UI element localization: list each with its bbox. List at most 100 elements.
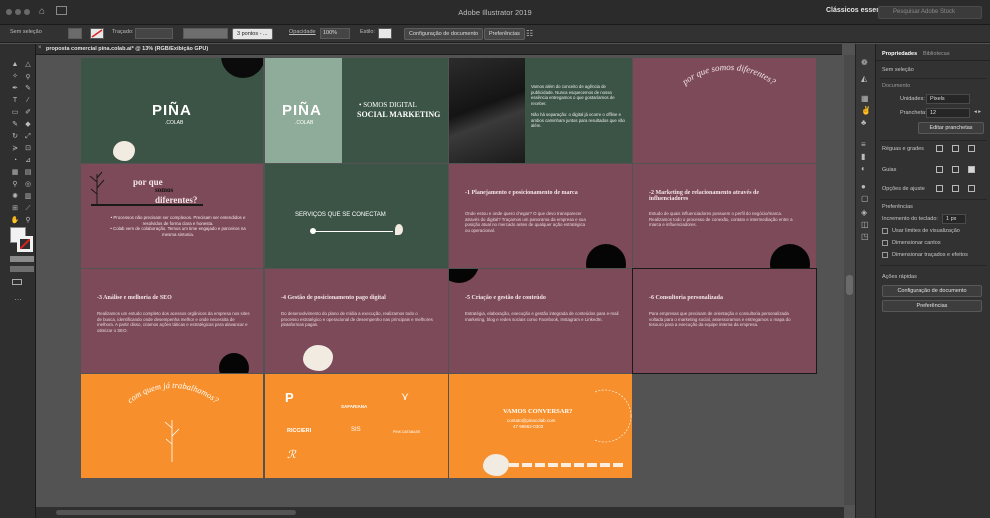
- curvature-tool-icon[interactable]: ✎: [23, 85, 33, 92]
- layers-panel-icon[interactable]: ◈: [861, 208, 867, 217]
- rectangle-tool-icon[interactable]: ▭: [10, 109, 20, 116]
- artboard-11[interactable]: -5 Criação e gestão de conteúdo Estratég…: [449, 269, 632, 373]
- artboard-8[interactable]: -2 Marketing de relacionamento através d…: [633, 164, 816, 268]
- gradient-panel-icon[interactable]: ▮: [861, 152, 865, 161]
- brushes-icon[interactable]: ✌: [861, 106, 871, 115]
- stroke-weight-field[interactable]: [135, 28, 173, 39]
- graphic-style-swatch[interactable]: [378, 28, 392, 39]
- guides-icon[interactable]: [936, 166, 943, 173]
- artboard-10[interactable]: -4 Gestão de posicionamento pago digital…: [265, 269, 448, 373]
- appearance-panel-icon[interactable]: ●: [861, 182, 866, 191]
- selection-tool-icon[interactable]: ▲: [10, 61, 20, 68]
- vertical-scroll-thumb[interactable]: [846, 275, 853, 295]
- mesh-tool-icon[interactable]: ▦: [10, 169, 20, 176]
- document-setup-quick-button[interactable]: Configuração de documento: [882, 285, 982, 297]
- color-guide-icon[interactable]: ◭: [861, 74, 867, 83]
- transparency-panel-icon[interactable]: ◐: [861, 164, 866, 173]
- artboard-7[interactable]: -1 Planejamento e posicionamento de marc…: [449, 164, 632, 268]
- snap-to-glyph-icon[interactable]: [968, 185, 975, 192]
- artboard-select[interactable]: 12: [926, 108, 970, 118]
- drawing-mode-buttons[interactable]: [10, 266, 34, 272]
- eraser-tool-icon[interactable]: ◆: [23, 121, 33, 128]
- type-tool-icon[interactable]: T: [10, 97, 20, 104]
- artboard-3[interactable]: Vamos além do conceito de agência de pub…: [449, 58, 632, 163]
- opacity-field[interactable]: 100%: [320, 28, 350, 39]
- scale-strokes-checkbox[interactable]: [882, 252, 888, 258]
- magic-wand-tool-icon[interactable]: ✧: [10, 73, 20, 80]
- stroke-swatch[interactable]: [90, 28, 104, 39]
- pixel-grid-icon[interactable]: [968, 166, 975, 173]
- free-transform-tool-icon[interactable]: ⊡: [23, 145, 33, 152]
- document-setup-button[interactable]: Configuração de documento: [404, 28, 484, 40]
- gradient-tool-icon[interactable]: ▤: [23, 169, 33, 176]
- shaper-tool-icon[interactable]: ✎: [10, 121, 20, 128]
- tab-libraries[interactable]: Bibliotecas: [923, 51, 950, 57]
- scale-tool-icon[interactable]: ⤢: [23, 133, 33, 140]
- swatches-icon[interactable]: ▦: [861, 94, 869, 103]
- edit-toolbar-icon[interactable]: ···: [14, 295, 22, 304]
- scale-corners-checkbox[interactable]: [882, 240, 888, 246]
- eyedropper-tool-icon[interactable]: ⚲: [10, 181, 20, 188]
- artboard-5[interactable]: por que somos diferentes? • Processos nã…: [81, 164, 263, 268]
- artboard-15[interactable]: VAMOS CONVERSAR? contato@pinacolab.com 4…: [449, 374, 632, 478]
- transparency-grid-icon[interactable]: [968, 145, 975, 152]
- snap-to-point-icon[interactable]: [936, 185, 943, 192]
- artboard-4[interactable]: por que somos diferentes?: [633, 58, 816, 163]
- tab-properties[interactable]: Propriedades: [882, 51, 917, 57]
- arrange-documents-icon[interactable]: ☷: [526, 29, 533, 38]
- fill-swatch[interactable]: [68, 28, 82, 39]
- pen-tool-icon[interactable]: ✒: [10, 85, 20, 92]
- horizontal-scroll-thumb[interactable]: [56, 510, 296, 515]
- symbol-sprayer-tool-icon[interactable]: ✺: [10, 193, 20, 200]
- column-graph-tool-icon[interactable]: ▥: [23, 193, 33, 200]
- brush-definition-select[interactable]: 3 pontos - ...: [232, 28, 273, 40]
- paintbrush-tool-icon[interactable]: ✐: [23, 109, 33, 116]
- units-select[interactable]: Pixels: [926, 94, 970, 104]
- use-preview-bounds-checkbox[interactable]: [882, 228, 888, 234]
- artboard-1[interactable]: PIÑA .COLAB: [81, 58, 263, 163]
- edit-artboards-button[interactable]: Editar pranchetas: [918, 122, 984, 134]
- variable-width-profile[interactable]: [183, 28, 228, 39]
- shape-builder-tool-icon[interactable]: ◔: [10, 157, 20, 164]
- hand-tool-icon[interactable]: ✋: [10, 217, 20, 224]
- adobe-stock-search-input[interactable]: Pesquisar Adobe Stock: [878, 6, 982, 19]
- slice-tool-icon[interactable]: ⟋: [23, 205, 33, 212]
- close-document-icon[interactable]: ×: [38, 45, 42, 51]
- screen-mode-icon[interactable]: [12, 279, 22, 285]
- lasso-tool-icon[interactable]: ϙ: [23, 73, 33, 80]
- preferences-button[interactable]: Preferências: [484, 28, 525, 40]
- artboard-12-active[interactable]: -6 Consultoria personalizada Para empres…: [632, 268, 817, 374]
- stroke-color-swatch[interactable]: [17, 236, 33, 252]
- opacity-label[interactable]: Opacidade: [289, 29, 316, 35]
- color-mode-buttons[interactable]: [10, 256, 34, 262]
- artboard-6[interactable]: SERVIÇOS QUE SE CONECTAM: [265, 164, 448, 268]
- color-panel-icon[interactable]: ❁: [861, 58, 868, 67]
- artboard-14[interactable]: P SAFARIANA ⋎ RICCIERI SIS PINK DATABASE…: [265, 374, 448, 478]
- artboard-9[interactable]: -3 Análise e melhoria de SEO Realizamos …: [81, 269, 263, 373]
- rulers-icon[interactable]: [936, 145, 943, 152]
- graphic-styles-icon[interactable]: ▢: [861, 194, 869, 203]
- perspective-grid-tool-icon[interactable]: ⊿: [23, 157, 33, 164]
- document-tab[interactable]: proposta comercial pina.colab.ai* @ 13% …: [36, 44, 842, 55]
- artboard-nav-arrows[interactable]: ◂ ▸: [974, 109, 981, 115]
- width-tool-icon[interactable]: ≽: [10, 145, 20, 152]
- stroke-panel-icon[interactable]: ≡: [861, 140, 866, 149]
- vertical-scrollbar[interactable]: [844, 55, 855, 505]
- line-segment-tool-icon[interactable]: ⁄: [23, 97, 33, 104]
- artboards-panel-icon[interactable]: ◫: [861, 220, 869, 229]
- preferences-quick-button[interactable]: Preferências: [882, 300, 982, 312]
- direct-selection-tool-icon[interactable]: △: [23, 61, 33, 68]
- smart-guides-icon[interactable]: [952, 166, 959, 173]
- canvas[interactable]: PIÑA .COLAB PIÑA .COLAB • SOMOS DIGITAL …: [36, 55, 844, 507]
- keyboard-increment-field[interactable]: 1 px: [942, 214, 966, 224]
- horizontal-scrollbar[interactable]: [36, 507, 844, 518]
- asset-export-icon[interactable]: ◳: [861, 232, 869, 241]
- blend-tool-icon[interactable]: ◎: [23, 181, 33, 188]
- rotate-tool-icon[interactable]: ↻: [10, 133, 20, 140]
- zoom-tool-icon[interactable]: ⚲: [23, 217, 33, 224]
- snap-to-pixel-icon[interactable]: [952, 185, 959, 192]
- grid-icon[interactable]: [952, 145, 959, 152]
- artboard-tool-icon[interactable]: ⊞: [10, 205, 20, 212]
- symbols-icon[interactable]: ♣: [861, 118, 866, 127]
- artboard-2[interactable]: PIÑA .COLAB • SOMOS DIGITAL SOCIAL MARKE…: [265, 58, 448, 163]
